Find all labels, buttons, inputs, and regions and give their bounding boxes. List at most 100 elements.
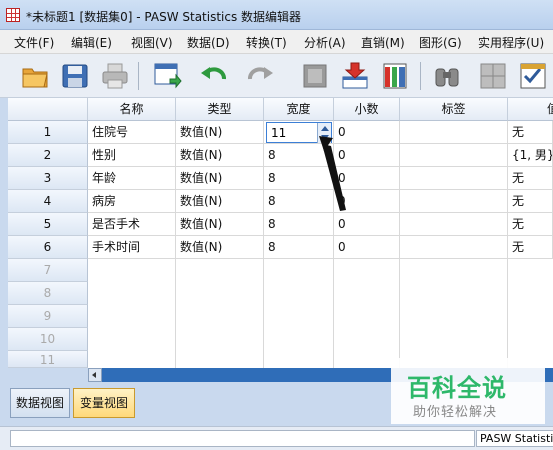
toolbar — [0, 54, 553, 98]
row-header[interactable]: 11 — [8, 351, 88, 368]
cell-decimals[interactable]: 0 — [334, 144, 400, 167]
cell-values[interactable]: 无 — [508, 190, 553, 213]
cell-width[interactable]: 8 — [264, 190, 334, 213]
row-header[interactable]: 7 — [8, 259, 88, 282]
cell-type[interactable]: 数值(N) — [176, 144, 264, 167]
cell-type[interactable]: 数值(N) — [176, 213, 264, 236]
scroll-left-icon — [92, 372, 96, 378]
row-header[interactable]: 9 — [8, 305, 88, 328]
row-header[interactable]: 6 — [8, 236, 88, 259]
row-header[interactable]: 10 — [8, 328, 88, 351]
empty-cells[interactable] — [264, 259, 334, 368]
undo-icon[interactable] — [200, 61, 230, 91]
cell-width[interactable]: 8 — [264, 213, 334, 236]
row-header[interactable]: 8 — [8, 282, 88, 305]
scroll-left-button[interactable] — [88, 368, 102, 382]
row-header[interactable]: 3 — [8, 167, 88, 190]
cell-label[interactable] — [400, 167, 508, 190]
cell-name[interactable]: 年龄 — [88, 167, 176, 190]
cell-name[interactable]: 是否手术 — [88, 213, 176, 236]
column-header-values[interactable]: 值 — [508, 98, 553, 121]
cell-label[interactable] — [400, 213, 508, 236]
cell-name[interactable]: 住院号 — [88, 121, 176, 144]
cell-decimals[interactable]: 0 — [334, 167, 400, 190]
print-icon[interactable] — [100, 61, 130, 91]
insert-cases-icon[interactable] — [340, 61, 370, 91]
open-folder-icon[interactable] — [20, 61, 50, 91]
menu-file[interactable]: 文件(F) — [14, 34, 54, 51]
cell-decimals[interactable]: 0 — [334, 236, 400, 259]
cell-type[interactable]: 数值(N) — [176, 121, 264, 144]
window-title: *未标题1 [数据集0] - PASW Statistics 数据编辑器 — [26, 10, 302, 24]
cell-width[interactable]: 8 — [264, 236, 334, 259]
menu-analyze[interactable]: 分析(A) — [304, 34, 346, 51]
menu-graphs[interactable]: 图形(G) — [419, 34, 462, 51]
cell-name[interactable]: 性别 — [88, 144, 176, 167]
cell-width[interactable]: 8 — [264, 167, 334, 190]
column-header-decimals[interactable]: 小数 — [334, 98, 400, 121]
empty-cells[interactable] — [88, 259, 176, 368]
cell-type[interactable]: 数值(N) — [176, 236, 264, 259]
column-header-label[interactable]: 标签 — [400, 98, 508, 121]
watermark-subtitle: 助你轻松解决 — [413, 405, 498, 420]
menu-utilities[interactable]: 实用程序(U) — [478, 34, 544, 51]
column-header-width[interactable]: 宽度 — [264, 98, 334, 121]
cell-label[interactable] — [400, 236, 508, 259]
goto-case-icon[interactable] — [300, 61, 330, 91]
cell-label[interactable] — [400, 121, 508, 144]
menu-transform[interactable]: 转换(T) — [246, 34, 287, 51]
spinner-buttons[interactable] — [317, 123, 331, 143]
save-icon[interactable] — [60, 61, 90, 91]
watermark-logo: 百科全说 助你轻松解决 — [391, 358, 545, 424]
cell-width[interactable]: 8 — [264, 144, 334, 167]
spin-up-icon[interactable] — [321, 126, 329, 131]
tab-data-view[interactable]: 数据视图 — [10, 388, 70, 418]
cell-values[interactable]: 无 — [508, 213, 553, 236]
cell-decimals[interactable]: 0 — [334, 213, 400, 236]
row-header[interactable]: 1 — [8, 121, 88, 144]
toolbar-separator — [420, 62, 421, 90]
menu-edit[interactable]: 编辑(E) — [71, 34, 112, 51]
cell-values[interactable]: 无 — [508, 236, 553, 259]
menu-bar: 文件(F) 编辑(E) 视图(V) 数据(D) 转换(T) 分析(A) 直销(M… — [0, 30, 553, 54]
status-processor: PASW Statistics — [476, 430, 553, 447]
status-message — [10, 430, 475, 447]
insert-variable-icon[interactable] — [380, 61, 410, 91]
row-header[interactable]: 2 — [8, 144, 88, 167]
cell-decimals[interactable]: 0 — [334, 121, 400, 144]
width-spinner-value[interactable]: 11 — [271, 126, 286, 140]
split-grid-icon[interactable] — [478, 61, 508, 91]
menu-direct-marketing[interactable]: 直销(M) — [361, 34, 405, 51]
title-bar: *未标题1 [数据集0] - PASW Statistics 数据编辑器 — [0, 0, 553, 30]
cell-type[interactable]: 数值(N) — [176, 190, 264, 213]
watermark-title: 百科全说 — [407, 374, 507, 402]
corner-header — [8, 98, 88, 121]
column-header-name[interactable]: 名称 — [88, 98, 176, 121]
cell-decimals[interactable]: 0 — [334, 190, 400, 213]
cell-label[interactable] — [400, 144, 508, 167]
binoculars-find-icon[interactable] — [432, 61, 462, 91]
cell-name[interactable]: 手术时间 — [88, 236, 176, 259]
cell-values[interactable]: 无 — [508, 167, 553, 190]
value-labels-icon[interactable] — [518, 61, 548, 91]
spin-down-icon[interactable] — [321, 135, 329, 140]
cell-type[interactable]: 数值(N) — [176, 167, 264, 190]
menu-view[interactable]: 视图(V) — [131, 34, 173, 51]
cell-name[interactable]: 病房 — [88, 190, 176, 213]
tab-variable-view[interactable]: 变量视图 — [73, 388, 135, 418]
cell-values[interactable]: {1, 男}... — [508, 144, 553, 167]
toolbar-separator — [138, 62, 139, 90]
column-header-type[interactable]: 类型 — [176, 98, 264, 121]
cell-label[interactable] — [400, 190, 508, 213]
row-header[interactable]: 5 — [8, 213, 88, 236]
redo-icon[interactable] — [244, 61, 274, 91]
width-spinner[interactable]: 11 — [266, 122, 332, 143]
cell-values[interactable]: 无 — [508, 121, 553, 144]
menu-data[interactable]: 数据(D) — [187, 34, 230, 51]
variable-grid[interactable]: 名称 类型 宽度 小数 标签 值 1 住院号 数值(N) 0 无 11 2 性别… — [8, 98, 553, 368]
row-header[interactable]: 4 — [8, 190, 88, 213]
data-view-import-icon[interactable] — [152, 61, 182, 91]
empty-cells[interactable] — [176, 259, 264, 368]
empty-cells[interactable] — [400, 259, 508, 368]
empty-cells[interactable] — [334, 259, 400, 368]
